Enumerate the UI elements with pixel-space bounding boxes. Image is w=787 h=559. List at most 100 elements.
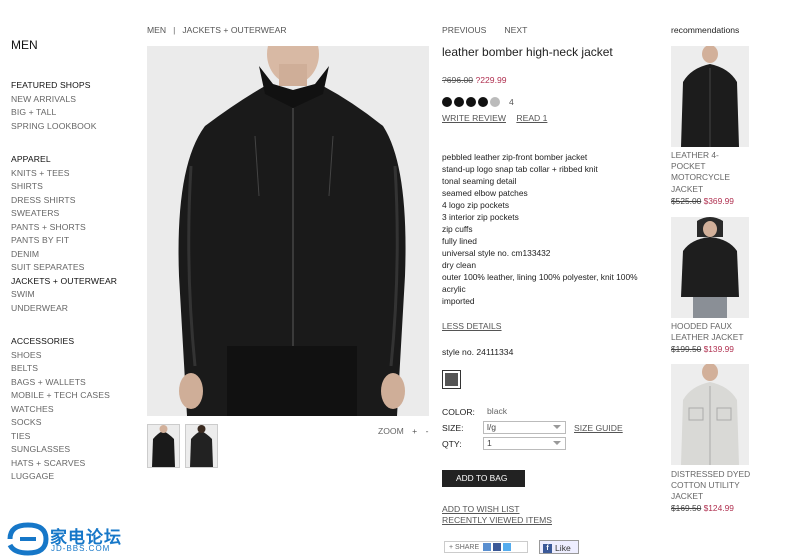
less-details-link[interactable]: LESS DETAILS bbox=[442, 321, 502, 331]
nav-pants-shorts[interactable]: PANTS + SHORTS bbox=[11, 221, 117, 235]
accessories-group: ACCESSORIES SHOES BELTS BAGS + WALLETS M… bbox=[11, 335, 110, 484]
detail-line: zip cuffs bbox=[442, 224, 473, 234]
color-label: COLOR: bbox=[442, 407, 475, 417]
recommendation-name[interactable]: DISTRESSED DYED COTTON UTILITY JACKET bbox=[671, 469, 751, 503]
nav-mobile-tech-cases[interactable]: MOBILE + TECH CASES bbox=[11, 389, 110, 403]
nav-watches[interactable]: WATCHES bbox=[11, 403, 110, 417]
detail-line: stand-up logo snap tab collar + ribbed k… bbox=[442, 164, 598, 174]
breadcrumb-separator: | bbox=[173, 25, 176, 35]
recommendation-new-price: $139.99 bbox=[703, 344, 734, 354]
previous-link[interactable]: PREVIOUS bbox=[442, 25, 486, 35]
recommendation-image[interactable] bbox=[671, 217, 749, 318]
breadcrumb-men[interactable]: MEN bbox=[147, 25, 166, 35]
twitter-icon bbox=[503, 543, 512, 552]
recommendation-image[interactable] bbox=[671, 46, 749, 147]
read-reviews-link[interactable]: READ 1 bbox=[516, 113, 547, 123]
product-pager: PREVIOUS NEXT bbox=[442, 25, 527, 35]
nav-bags-wallets[interactable]: BAGS + WALLETS bbox=[11, 376, 110, 390]
nav-jackets-outerwear[interactable]: JACKETS + OUTERWEAR bbox=[11, 275, 117, 289]
detail-line: seamed elbow patches bbox=[442, 188, 528, 198]
recommendation-old-price: $169.50 bbox=[671, 503, 702, 513]
recommendation-price: $199.50 $139.99 bbox=[671, 344, 734, 354]
nav-new-arrivals[interactable]: NEW ARRIVALS bbox=[11, 93, 97, 107]
recommendation-image[interactable] bbox=[671, 364, 749, 465]
nav-swim[interactable]: SWIM bbox=[11, 288, 117, 302]
facebook-icon bbox=[493, 543, 502, 552]
nav-ties[interactable]: TIES bbox=[11, 430, 110, 444]
color-swatch-black[interactable] bbox=[442, 370, 461, 389]
nav-suit-separates[interactable]: SUIT SEPARATES bbox=[11, 261, 117, 275]
nav-sweaters[interactable]: SWEATERS bbox=[11, 207, 117, 221]
product-main-image[interactable] bbox=[147, 46, 429, 416]
facebook-like-button[interactable]: f Like bbox=[539, 540, 579, 554]
size-selected-value: l/g bbox=[487, 422, 497, 432]
nav-belts[interactable]: BELTS bbox=[11, 362, 110, 376]
recommendation-new-price: $124.99 bbox=[703, 503, 734, 513]
rating-dot-icon bbox=[490, 97, 500, 107]
rating-stars: 4 bbox=[442, 97, 514, 107]
qty-selected-value: 1 bbox=[487, 438, 492, 448]
nav-knits-tees[interactable]: KNITS + TEES bbox=[11, 167, 117, 181]
product-details: pebbled leather zip-front bomber jacket … bbox=[442, 151, 642, 307]
zoom-out-button[interactable]: - bbox=[426, 426, 429, 436]
zoom-in-button[interactable]: + bbox=[412, 426, 417, 436]
nav-spring-lookbook[interactable]: SPRING LOOKBOOK bbox=[11, 120, 97, 134]
quantity-select[interactable]: 1 bbox=[483, 437, 566, 450]
chevron-down-icon bbox=[553, 441, 561, 445]
breadcrumb: MEN | JACKETS + OUTERWEAR bbox=[147, 25, 287, 35]
style-number: style no. 24111334 bbox=[442, 347, 514, 357]
next-link[interactable]: NEXT bbox=[504, 25, 527, 35]
like-label: Like bbox=[555, 543, 571, 553]
write-review-link[interactable]: WRITE REVIEW bbox=[442, 113, 506, 123]
share-label: + SHARE bbox=[449, 544, 480, 551]
product-title: leather bomber high-neck jacket bbox=[442, 45, 613, 59]
color-value: black bbox=[487, 406, 508, 416]
product-thumbnail-back[interactable] bbox=[185, 424, 218, 468]
nav-big-tall[interactable]: BIG + TALL bbox=[11, 106, 97, 120]
rating-count: 4 bbox=[509, 97, 514, 107]
product-thumbnail-front[interactable] bbox=[147, 424, 180, 468]
facebook-icon: f bbox=[543, 544, 552, 554]
size-select[interactable]: l/g bbox=[483, 421, 566, 434]
original-price: ?696.00 bbox=[442, 75, 474, 85]
nav-socks[interactable]: SOCKS bbox=[11, 416, 110, 430]
share-button[interactable]: + SHARE bbox=[444, 541, 528, 553]
detail-line: outer 100% leather, lining 100% polyeste… bbox=[442, 272, 638, 294]
featured-shops-group: FEATURED SHOPS NEW ARRIVALS BIG + TALL S… bbox=[11, 79, 97, 133]
rating-dot-icon bbox=[454, 97, 464, 107]
nav-underwear[interactable]: UNDERWEAR bbox=[11, 302, 117, 316]
accessories-heading: ACCESSORIES bbox=[11, 336, 75, 346]
detail-line: 4 logo zip pockets bbox=[442, 200, 510, 210]
recently-viewed-link[interactable]: RECENTLY VIEWED ITEMS bbox=[442, 515, 552, 526]
detail-line: dry clean bbox=[442, 260, 476, 270]
recommendation-price: $525.00 $369.99 bbox=[671, 196, 734, 206]
detail-line: fully lined bbox=[442, 236, 477, 246]
recommendation-old-price: $199.50 bbox=[671, 344, 702, 354]
apparel-group: APPAREL KNITS + TEES SHIRTS DRESS SHIRTS… bbox=[11, 153, 117, 315]
recommendation-old-price: $525.00 bbox=[671, 196, 702, 206]
zoom-label: ZOOM bbox=[378, 426, 404, 436]
nav-hats-scarves[interactable]: HATS + SCARVES bbox=[11, 457, 110, 471]
nav-shirts[interactable]: SHIRTS bbox=[11, 180, 117, 194]
add-to-wishlist-link[interactable]: ADD TO WISH LIST bbox=[442, 504, 552, 515]
apparel-heading: APPAREL bbox=[11, 154, 51, 164]
nav-denim[interactable]: DENIM bbox=[11, 248, 117, 262]
rating-dot-icon bbox=[442, 97, 452, 107]
recommendation-new-price: $369.99 bbox=[703, 196, 734, 206]
breadcrumb-jackets[interactable]: JACKETS + OUTERWEAR bbox=[182, 25, 286, 35]
size-guide-link[interactable]: SIZE GUIDE bbox=[574, 423, 623, 433]
add-to-bag-button[interactable]: ADD TO BAG bbox=[442, 470, 525, 487]
watermark-subtext: JD-BBS.COM bbox=[51, 544, 111, 553]
nav-sunglasses[interactable]: SUNGLASSES bbox=[11, 443, 110, 457]
nav-shoes[interactable]: SHOES bbox=[11, 349, 110, 363]
product-price: ?696.00 ?229.99 bbox=[442, 75, 507, 85]
nav-luggage[interactable]: LUGGAGE bbox=[11, 470, 110, 484]
recommendation-name[interactable]: HOODED FAUX LEATHER JACKET bbox=[671, 321, 751, 343]
nav-dress-shirts[interactable]: DRESS SHIRTS bbox=[11, 194, 117, 208]
qty-label: QTY: bbox=[442, 439, 462, 449]
recommendation-name[interactable]: LEATHER 4-POCKET MOTORCYCLE JACKET bbox=[671, 150, 751, 195]
secondary-links: ADD TO WISH LIST RECENTLY VIEWED ITEMS bbox=[442, 504, 552, 526]
review-links: WRITE REVIEW READ 1 bbox=[442, 113, 555, 123]
nav-pants-by-fit[interactable]: PANTS BY FIT bbox=[11, 234, 117, 248]
detail-line: tonal seaming detail bbox=[442, 176, 517, 186]
